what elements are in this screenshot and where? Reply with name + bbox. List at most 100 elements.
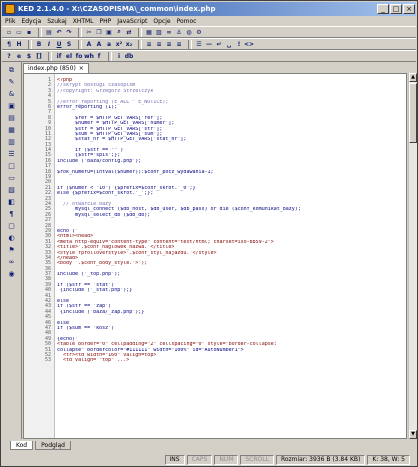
redo-icon[interactable]: ↷	[65, 28, 73, 36]
find-icon[interactable]: ⌕	[115, 28, 123, 36]
variable-icon[interactable]: $	[25, 52, 33, 60]
paste-icon[interactable]: ▣	[105, 28, 113, 36]
else-icon[interactable]: el	[65, 52, 73, 60]
function-icon[interactable]: f	[95, 52, 103, 60]
echo-icon[interactable]: e	[15, 52, 23, 60]
ampersand-icon[interactable]: &	[7, 90, 16, 99]
if-icon[interactable]: if	[55, 52, 63, 60]
anchor-icon[interactable]: ⚓	[175, 28, 183, 36]
toolbar-separator	[188, 39, 192, 49]
superscript-icon[interactable]: x²	[115, 40, 123, 48]
line-text: $stat_nr = $HTTP_GET_VARS['stat_nr'];	[57, 137, 187, 143]
tab-podglad[interactable]: Podgląd	[35, 441, 71, 450]
underline-icon[interactable]: U	[55, 40, 63, 48]
preview-icon[interactable]: ◉	[7, 270, 16, 279]
toolbar-separator	[108, 51, 112, 61]
paragraph-icon[interactable]: ¶	[7, 210, 16, 219]
title-bar: KED 2.1.4.0 - X:\CZASOPISMA\_common\inde…	[2, 2, 416, 16]
comment-icon[interactable]: !	[235, 40, 243, 48]
scroll-thumb[interactable]	[409, 83, 417, 143]
menu-szukaj[interactable]: Szukaj	[47, 18, 66, 25]
bold-icon[interactable]: B	[35, 40, 43, 48]
list-icon[interactable]: ☰	[195, 40, 203, 48]
php-tag-icon[interactable]: ?	[5, 52, 13, 60]
tab-index-php[interactable]: index.php (850) ×	[23, 63, 89, 73]
font-size-up-icon[interactable]: A	[95, 40, 103, 48]
print-icon[interactable]: ▤	[45, 28, 53, 36]
font-color-icon[interactable]: A	[85, 40, 93, 48]
mysql-icon[interactable]: db	[125, 52, 134, 60]
tab-kod[interactable]: Kod	[10, 441, 34, 450]
paragraph-icon[interactable]: ¶	[5, 40, 13, 48]
include-icon[interactable]: i	[115, 52, 123, 60]
menu-opcje[interactable]: Opcje	[153, 18, 170, 25]
font-size-down-icon[interactable]: a	[105, 40, 113, 48]
horizontal-rule-icon[interactable]: —	[205, 40, 213, 48]
break-icon[interactable]: ↵	[215, 40, 223, 48]
close-button[interactable]: ×	[403, 4, 415, 14]
menu-javascript[interactable]: JavaScript	[117, 18, 147, 25]
scroll-up-icon[interactable]: ▲	[409, 73, 417, 82]
menu-pomoc[interactable]: Pomoc	[177, 18, 197, 25]
open-folder-icon[interactable]: ▭	[15, 28, 23, 36]
image-icon[interactable]: ▣	[7, 102, 16, 111]
italic-icon[interactable]: I	[45, 40, 53, 48]
table-icon[interactable]: ▦	[145, 28, 153, 36]
menu-edycja[interactable]: Edycja	[21, 18, 41, 25]
toolbar-main: ▫ ▭ ▪ ▤ ↶ ↷ ✂ ❐ ▣ ⌕ ⇄ ▦ ▨ ∞ ⚓ ◍ ⚙	[2, 26, 416, 38]
bookmark-icon[interactable]: ⚑	[7, 246, 16, 255]
comment-icon[interactable]: ▢	[7, 222, 16, 231]
justify-icon[interactable]: ≡	[175, 40, 183, 48]
line-text: mysql_select_db ($db_db);	[57, 212, 151, 218]
align-center-icon[interactable]: ≡	[155, 40, 163, 48]
vertical-scrollbar[interactable]: ▲ ▼	[408, 73, 417, 439]
heading-icon[interactable]: H	[15, 40, 23, 48]
line-text: $rok_numeru=(intval($numer)):$conf_pocz_…	[57, 169, 214, 175]
image-icon[interactable]: ▨	[155, 28, 163, 36]
close-tab-icon[interactable]: ×	[79, 65, 84, 72]
minimize-button[interactable]: _	[377, 4, 389, 14]
new-file-icon[interactable]: ▫	[5, 28, 13, 36]
tag-icon[interactable]: <>	[244, 40, 254, 48]
space-icon[interactable]: ␣	[225, 40, 233, 48]
copy-icon[interactable]: ❐	[95, 28, 103, 36]
toolbar-php: ? e $ [] if el fo wh f i db	[2, 50, 416, 62]
color-icon[interactable]: ◐	[7, 234, 16, 243]
save-icon[interactable]: ▪	[25, 28, 33, 36]
frame-icon[interactable]: ▦	[7, 126, 16, 135]
replace-icon[interactable]: ⇄	[125, 28, 133, 36]
menu-php[interactable]: PHP	[100, 18, 112, 25]
meta-icon[interactable]: ▧	[7, 186, 16, 195]
align-right-icon[interactable]: ≡	[165, 40, 173, 48]
link-icon[interactable]: ∞	[165, 28, 173, 36]
browser-icon[interactable]: ◍	[185, 28, 193, 36]
menu-plik[interactable]: Plik	[5, 18, 15, 25]
css-icon[interactable]: ✎	[7, 78, 16, 87]
line-text: //copyright: Grzegorz Strzelczyk	[57, 88, 154, 94]
while-icon[interactable]: wh	[84, 52, 94, 60]
maximize-button[interactable]: □	[390, 4, 402, 14]
for-icon[interactable]: fo	[75, 52, 83, 60]
align-left-icon[interactable]: ≡	[145, 40, 153, 48]
span-icon[interactable]: ▭	[7, 174, 16, 183]
code-line: 53 <td valign= "top" ...>	[24, 357, 406, 364]
form-icon[interactable]: ▤	[7, 114, 16, 123]
undo-icon[interactable]: ↶	[55, 28, 63, 36]
subscript-icon[interactable]: x₂	[125, 40, 133, 48]
settings-icon[interactable]: ⚙	[195, 28, 203, 36]
script-icon[interactable]: ◧	[7, 198, 16, 207]
menu-xhtml[interactable]: XHTML	[73, 18, 94, 25]
line-text: <td valign= "top" ...>	[57, 358, 130, 364]
list-icon[interactable]: ☰	[7, 150, 16, 159]
line-text: {include ('baza/_zap.php');}	[57, 309, 145, 315]
cut-icon[interactable]: ✂	[85, 28, 93, 36]
div-icon[interactable]: □	[7, 162, 16, 171]
link-icon[interactable]: ∞	[7, 258, 16, 267]
strike-icon[interactable]: S	[65, 40, 73, 48]
toolbar-separator	[78, 27, 82, 37]
table-icon[interactable]: ▥	[7, 138, 16, 147]
array-icon[interactable]: []	[35, 52, 43, 60]
code-editor[interactable]: 1 <?php 2//skrypt obsługi czasopism 3//copy…	[23, 73, 407, 439]
scroll-down-icon[interactable]: ▼	[409, 430, 417, 439]
html-icon[interactable]: ⧉	[7, 66, 16, 75]
